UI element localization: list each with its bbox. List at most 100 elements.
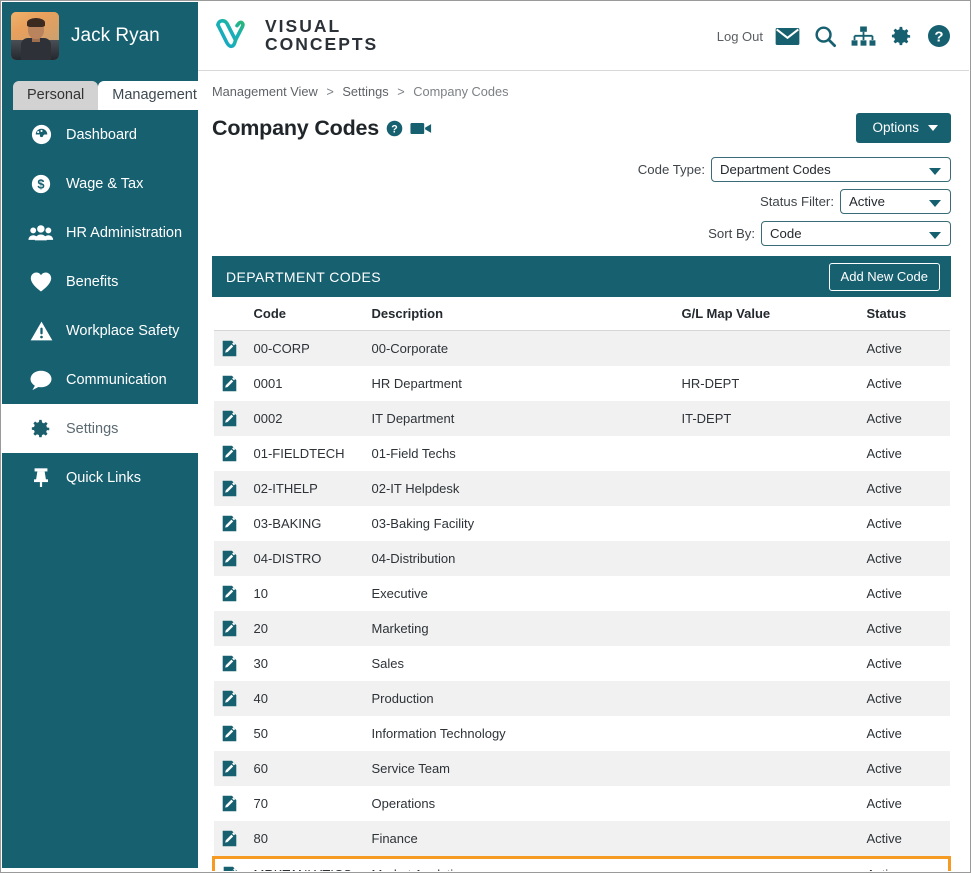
sort-by-value: Code: [770, 226, 802, 241]
cell-gl-map-value: [681, 856, 867, 871]
table-row[interactable]: MRKTANLYTICSMarket Analytics Active: [212, 856, 951, 871]
edit-document-icon[interactable]: [213, 436, 254, 471]
edit-document-icon[interactable]: [213, 646, 254, 681]
chevron-down-icon: [929, 231, 941, 239]
cell-code: 0002: [253, 401, 372, 436]
table-row[interactable]: 60 Service Team Active: [213, 751, 950, 786]
search-icon[interactable]: [814, 25, 837, 48]
gear-icon[interactable]: [890, 25, 913, 48]
sidebar-item-dashboard[interactable]: Dashboard: [2, 110, 198, 159]
cell-code: 0001: [253, 366, 372, 401]
table-header-row: Code Description G/L Map Value Status: [213, 297, 950, 331]
edit-document-icon[interactable]: [213, 541, 254, 576]
cell-status: Active: [866, 716, 950, 751]
page-title: Company Codes: [212, 115, 380, 140]
sidebar-item-label: Benefits: [66, 273, 119, 290]
table-row[interactable]: 0002 IT Department IT-DEPT Active: [213, 401, 950, 436]
visual-concepts-v-logo-icon: [212, 16, 260, 56]
tab-management[interactable]: Management: [98, 80, 211, 110]
gear-icon: [28, 417, 54, 441]
table-row[interactable]: 04-DISTRO 04-Distribution Active: [213, 541, 950, 576]
edit-document-icon[interactable]: [212, 856, 254, 871]
cell-status: Active: [866, 751, 950, 786]
cell-code: 40: [253, 681, 372, 716]
table-row[interactable]: 0001 HR Department HR-DEPT Active: [213, 366, 950, 401]
edit-document-icon[interactable]: [213, 681, 254, 716]
add-new-code-button[interactable]: Add New Code: [828, 262, 940, 291]
breadcrumb-item-company-codes: Company Codes: [413, 84, 509, 99]
code-type-select[interactable]: Department Codes: [711, 157, 951, 182]
help-circle-icon[interactable]: ?: [927, 24, 951, 48]
edit-document-icon[interactable]: [213, 366, 254, 401]
edit-document-icon[interactable]: [213, 576, 254, 611]
cell-description: 01-Field Techs: [371, 436, 682, 471]
table-row[interactable]: 40 Production Active: [213, 681, 950, 716]
table-row[interactable]: 30 Sales Active: [213, 646, 950, 681]
sort-by-label: Sort By:: [708, 226, 755, 241]
video-camera-icon[interactable]: [410, 121, 432, 136]
warning-triangle-icon: [28, 319, 54, 343]
sidebar-item-benefits[interactable]: Benefits: [2, 257, 198, 306]
edit-document-icon[interactable]: [213, 471, 254, 506]
table-row[interactable]: 00-CORP 00-Corporate Active: [213, 330, 950, 366]
cell-status: Active: [866, 786, 950, 821]
options-button-label: Options: [872, 120, 919, 135]
table-row[interactable]: 10 Executive Active: [213, 576, 950, 611]
breadcrumb-separator: >: [326, 84, 334, 99]
column-header-code: Code: [253, 297, 372, 331]
mail-icon[interactable]: [775, 27, 800, 46]
edit-document-icon[interactable]: [213, 401, 254, 436]
logout-link[interactable]: Log Out: [717, 29, 763, 44]
chevron-down-icon: [929, 167, 941, 175]
cell-gl-map-value: [681, 436, 867, 471]
org-chart-icon[interactable]: [851, 25, 876, 47]
sidebar-item-label: Wage & Tax: [66, 175, 144, 192]
sort-by-select[interactable]: Code: [761, 221, 951, 246]
cell-description: Marketing: [371, 611, 682, 646]
sidebar-item-label: HR Administration: [66, 224, 183, 241]
cell-description: Executive: [371, 576, 682, 611]
table-row[interactable]: 70 Operations Active: [213, 786, 950, 821]
table-row[interactable]: 02-ITHELP 02-IT Helpdesk Active: [213, 471, 950, 506]
options-button[interactable]: Options: [856, 113, 951, 143]
cell-status: Active: [866, 366, 950, 401]
sidebar-item-wage-tax[interactable]: $ Wage & Tax: [2, 159, 198, 208]
table-row[interactable]: 03-BAKING 03-Baking Facility Active: [213, 506, 950, 541]
tab-personal[interactable]: Personal: [13, 80, 99, 110]
codes-panel: DEPARTMENT CODES Add New Code Code Descr…: [212, 256, 951, 871]
column-header-status: Status: [866, 297, 950, 331]
breadcrumb-item-management-view[interactable]: Management View: [212, 84, 318, 99]
avatar: [11, 12, 59, 60]
title-row: Company Codes ? Options: [212, 111, 951, 145]
sidebar-item-workplace-safety[interactable]: Workplace Safety: [2, 306, 198, 355]
status-filter-label: Status Filter:: [759, 194, 834, 209]
sidebar-item-quick-links[interactable]: Quick Links: [2, 453, 198, 502]
table-row[interactable]: 20 Marketing Active: [213, 611, 950, 646]
edit-document-icon[interactable]: [213, 716, 254, 751]
breadcrumb-item-settings[interactable]: Settings: [342, 84, 388, 99]
help-circle-icon[interactable]: ?: [386, 120, 403, 137]
table-row[interactable]: 80 Finance Active: [213, 821, 950, 858]
sidebar-item-settings[interactable]: Settings: [2, 404, 198, 453]
edit-document-icon[interactable]: [213, 786, 254, 821]
cell-status: Active: [866, 330, 950, 366]
codes-panel-header: DEPARTMENT CODES Add New Code: [212, 256, 951, 297]
speech-bubble-icon: [28, 368, 54, 392]
sidebar-item-communication[interactable]: Communication: [2, 355, 198, 404]
cell-description: 03-Baking Facility: [371, 506, 682, 541]
sidebar-item-label: Quick Links: [66, 469, 141, 486]
edit-document-icon[interactable]: [213, 330, 254, 366]
edit-document-icon[interactable]: [213, 506, 254, 541]
edit-document-icon[interactable]: [213, 821, 254, 858]
table-row[interactable]: 01-FIELDTECH 01-Field Techs Active: [213, 436, 950, 471]
cell-code: 30: [253, 646, 372, 681]
edit-document-icon[interactable]: [213, 611, 254, 646]
code-type-label: Code Type:: [637, 162, 705, 177]
cell-gl-map-value: [681, 611, 867, 646]
sidebar-item-hr-administration[interactable]: HR Administration: [2, 208, 198, 257]
status-filter-select[interactable]: Active: [840, 189, 951, 214]
brand-logo[interactable]: VISUAL CONCEPTS: [212, 16, 378, 56]
edit-document-icon[interactable]: [213, 751, 254, 786]
cell-code: 20: [253, 611, 372, 646]
table-row[interactable]: 50 Information Technology Active: [213, 716, 950, 751]
